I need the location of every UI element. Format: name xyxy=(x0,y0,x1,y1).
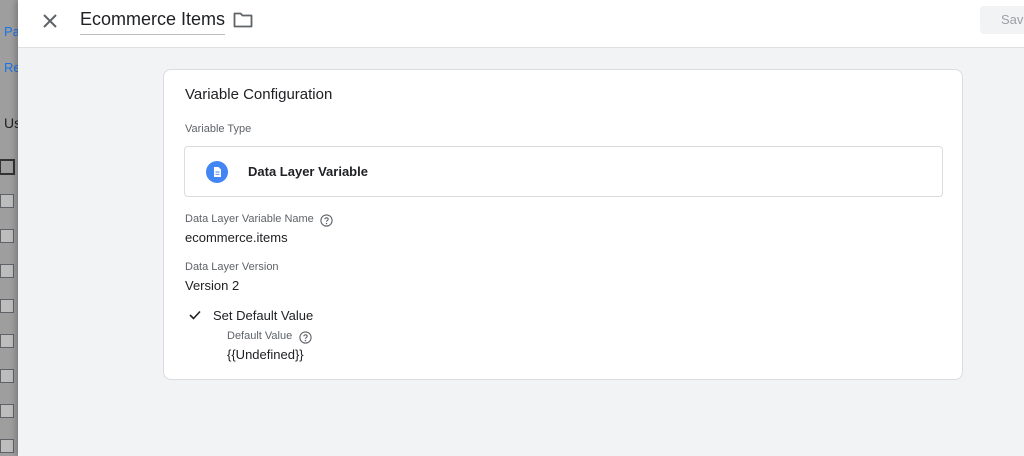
variable-type-label: Variable Type xyxy=(185,123,252,135)
folder-button[interactable] xyxy=(233,11,255,31)
folder-icon xyxy=(233,12,253,28)
close-button[interactable] xyxy=(38,9,62,33)
background-checkbox[interactable] xyxy=(0,439,14,453)
background-link[interactable]: Re xyxy=(4,60,18,75)
variable-type-value: Data Layer Variable xyxy=(248,164,368,179)
help-icon[interactable] xyxy=(299,331,312,344)
background-checkbox[interactable] xyxy=(0,194,14,208)
set-default-value-toggle[interactable]: Set Default Value xyxy=(213,308,313,323)
default-value-label: Default Value xyxy=(227,330,293,342)
check-icon xyxy=(189,310,201,320)
background-text: Us xyxy=(4,115,18,131)
save-button[interactable]: Save xyxy=(980,6,1024,34)
dlv-name-value[interactable]: ecommerce.items xyxy=(185,230,288,245)
background-checkbox[interactable] xyxy=(0,264,14,278)
variable-name-title[interactable]: Ecommerce Items xyxy=(80,9,226,35)
editor-header: Ecommerce Items Save xyxy=(18,0,1024,48)
help-icon[interactable] xyxy=(320,214,333,227)
dlv-name-label: Data Layer Variable Name xyxy=(185,213,314,225)
dl-version-value[interactable]: Version 2 xyxy=(185,278,239,293)
variable-configuration-card[interactable]: Variable Configuration Variable Type Dat… xyxy=(163,69,963,380)
background-checkbox[interactable] xyxy=(0,159,15,175)
dl-version-label: Data Layer Version xyxy=(185,261,279,273)
background-link[interactable]: Pa xyxy=(4,24,18,39)
variable-editor-panel: Ecommerce Items Save Variable Configurat… xyxy=(18,0,1024,456)
background-checkbox[interactable] xyxy=(0,404,14,418)
close-icon xyxy=(43,14,57,28)
default-value-value[interactable]: {{Undefined}} xyxy=(227,347,304,362)
variable-type-selector[interactable]: Data Layer Variable xyxy=(184,146,943,197)
background-checkbox[interactable] xyxy=(0,229,14,243)
background-checkbox[interactable] xyxy=(0,334,14,348)
background-page: Pa Re Us xyxy=(0,0,18,456)
document-icon xyxy=(206,161,228,183)
background-checkbox[interactable] xyxy=(0,369,14,383)
background-checkbox[interactable] xyxy=(0,299,14,313)
card-title: Variable Configuration xyxy=(185,86,333,103)
